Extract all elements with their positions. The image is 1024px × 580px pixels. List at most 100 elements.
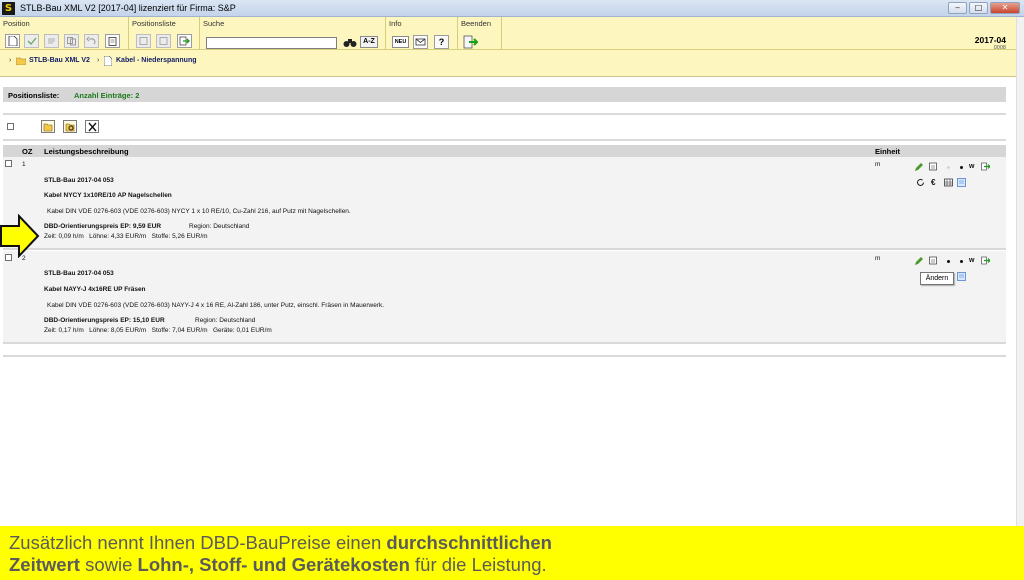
minimize-button[interactable]: ‒ <box>948 2 967 14</box>
list-icon <box>159 37 168 45</box>
tooltip-aendern: Ändern <box>920 272 954 285</box>
caption-banner: Zusätzlich nennt Ihnen DBD-BauPreise ein… <box>0 526 1024 580</box>
mail-icon <box>415 38 426 46</box>
new-document-icon <box>8 36 18 46</box>
info-doc-icon[interactable] <box>957 272 966 281</box>
table-icon[interactable] <box>944 178 953 187</box>
export-icon[interactable] <box>981 256 990 265</box>
export-icon <box>179 36 190 46</box>
divider <box>3 355 1006 357</box>
copy-position-button[interactable] <box>64 34 79 48</box>
divider <box>3 248 1006 250</box>
word-export-icon[interactable]: w <box>969 257 974 264</box>
select-all-checkbox[interactable] <box>7 123 14 130</box>
row-costs: Zeit: 0,17 h/m Löhne: 8,05 EUR/m Stoffe:… <box>44 327 272 334</box>
group-label-beenden: Beenden <box>461 19 492 28</box>
check-position-button[interactable] <box>24 34 39 48</box>
breadcrumb: › STLB-Bau XML V2 › Kabel - Niederspannu… <box>0 50 1016 77</box>
vertical-scrollbar[interactable] <box>1016 17 1024 526</box>
new-position-button[interactable] <box>5 34 20 48</box>
row-unit: m <box>875 161 881 168</box>
binoculars-icon[interactable] <box>343 37 357 48</box>
list-previous-button[interactable] <box>136 34 151 48</box>
divider <box>3 342 1006 344</box>
delete-button[interactable] <box>85 120 99 133</box>
close-icon <box>88 122 97 132</box>
table-row[interactable]: 1 m STLB-Bau 2017-04 053 Kabel NYCY 1x10… <box>3 157 1006 248</box>
list-header: Positionsliste: Anzahl Einträge: 2 <box>3 87 1006 102</box>
open-button[interactable] <box>41 120 55 133</box>
window-titlebar: S STLB-Bau XML V2 [2017-04] lizenziert f… <box>0 0 1024 17</box>
refresh-icon[interactable] <box>916 178 925 187</box>
row-costs: Zeit: 0,09 h/m Löhne: 4,33 EUR/m Stoffe:… <box>44 233 208 240</box>
divider <box>3 113 1006 115</box>
undo-button[interactable] <box>84 34 99 48</box>
group-label-suche: Suche <box>203 19 225 28</box>
edit-pencil-icon[interactable] <box>914 163 923 172</box>
group-label-position: Position <box>3 19 30 28</box>
word-export-icon[interactable]: w <box>969 163 974 170</box>
row-short-text: Kabel NAYY-J 4x16RE UP Fräsen <box>44 286 146 293</box>
exit-door-icon <box>463 35 479 49</box>
dot-icon[interactable] <box>944 257 953 266</box>
list-icon <box>139 37 148 45</box>
group-label-info: Info <box>389 19 402 28</box>
row-checkbox[interactable] <box>5 160 12 167</box>
export-list-button[interactable] <box>177 34 192 48</box>
edit-text-button[interactable] <box>44 34 59 48</box>
note-icon[interactable] <box>929 256 938 265</box>
row-price: DBD-Orientierungspreis EP: 15,10 EUR <box>44 317 165 324</box>
table-row[interactable]: 2 m STLB-Bau 2017-04 053 Kabel NAYY-J 4x… <box>3 251 1006 342</box>
clipboard-button[interactable] <box>105 34 120 48</box>
breadcrumb-item-stlb[interactable]: STLB-Bau XML V2 <box>29 57 90 64</box>
list-label: Positionsliste: <box>8 91 60 100</box>
caption-bold: durchschnittlichen <box>386 532 552 553</box>
divider <box>3 139 1006 141</box>
search-input[interactable] <box>206 37 337 49</box>
export-icon[interactable] <box>981 162 990 171</box>
maximize-button[interactable]: □ <box>969 2 988 14</box>
row-oz: 1 <box>22 161 26 168</box>
dot-light-icon[interactable] <box>944 163 953 172</box>
dot-icon[interactable] <box>957 257 966 266</box>
column-header-row: OZ Leistungsbeschreibung Einheit <box>3 145 1006 157</box>
note-icon[interactable] <box>929 162 938 171</box>
chevron-right-icon: › <box>9 57 12 64</box>
folder-open-icon <box>43 123 53 132</box>
caption-text: Zusätzlich nennt Ihnen DBD-BauPreise ein… <box>9 532 387 553</box>
app-logo-icon: S <box>2 1 15 15</box>
caption-text: sowie <box>79 554 138 575</box>
group-label-positionsliste: Positionsliste <box>132 19 176 28</box>
window-controls: ‒ □ ✕ <box>948 2 1020 14</box>
arrow-right-icon <box>0 214 40 258</box>
breadcrumb-item-kabel[interactable]: Kabel - Niederspannung <box>116 57 197 64</box>
copy-icon <box>67 37 76 46</box>
euro-icon[interactable]: € <box>931 178 935 187</box>
close-button[interactable]: ✕ <box>990 2 1020 14</box>
dot-icon[interactable] <box>957 163 966 172</box>
caption-bold: Lohn-, Stoff- und Gerätekosten <box>137 554 410 575</box>
row-long-text: Kabel DIN VDE 0276-603 (VDE 0276-603) NY… <box>47 208 351 215</box>
mail-button[interactable] <box>413 35 428 49</box>
info-doc-icon[interactable] <box>957 178 966 187</box>
version-label: 2017-04 <box>974 35 1006 45</box>
caption-bold: Zeitwert <box>9 554 80 575</box>
exit-button[interactable] <box>463 35 479 49</box>
clipboard-icon <box>108 37 117 46</box>
news-button[interactable]: NEU <box>392 36 409 48</box>
help-button[interactable]: ? <box>434 35 449 49</box>
caption-line-1: Zusätzlich nennt Ihnen DBD-BauPreise ein… <box>9 532 1024 554</box>
sort-az-button[interactable]: A-Z <box>360 36 378 48</box>
column-header-unit: Einheit <box>875 147 901 156</box>
folder-icon <box>16 57 26 65</box>
row-source: STLB-Bau 2017-04 053 <box>44 270 114 277</box>
chevron-right-icon: › <box>97 57 100 64</box>
document-icon <box>104 56 112 66</box>
row-source: STLB-Bau 2017-04 053 <box>44 177 114 184</box>
search-list-button[interactable] <box>63 120 77 133</box>
checkmark-icon <box>27 37 37 45</box>
column-header-oz: OZ <box>22 147 33 156</box>
entry-count: Anzahl Einträge: 2 <box>74 91 140 100</box>
edit-pencil-icon[interactable] <box>914 257 923 266</box>
list-next-button[interactable] <box>156 34 171 48</box>
